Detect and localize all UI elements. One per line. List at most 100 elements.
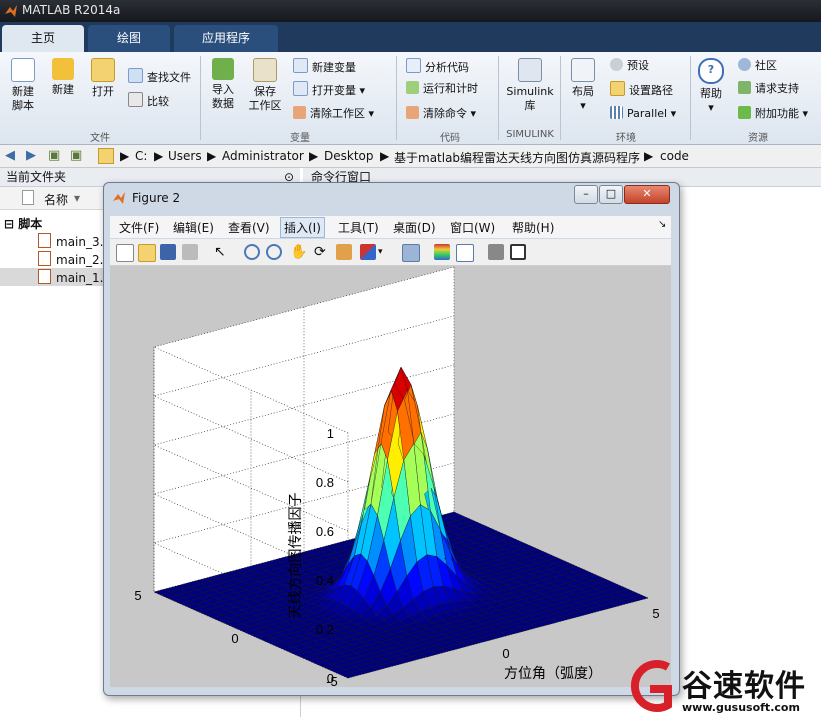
y-tick-label: 0 [231,631,238,646]
forward-icon[interactable]: ▶ [26,148,36,163]
crumb-code[interactable]: code [660,149,689,163]
data-cursor-icon[interactable] [336,244,352,260]
figure-menubar: 文件(F) 编辑(E) 查看(V) 插入(I) 工具(T) 桌面(D) 窗口(W… [110,216,671,238]
tab-apps[interactable]: 应用程序 [174,25,278,52]
matlab-logo-icon [5,5,17,17]
minimize-button[interactable]: – [574,185,598,204]
new-button[interactable]: 新建 [46,58,80,97]
x-tick-label: 5 [652,606,659,621]
close-button[interactable]: ✕ [624,185,670,204]
show-plot-tools-icon[interactable] [510,244,526,260]
group-label-resources: 资源 [748,133,768,144]
brand-logo-icon [630,660,672,712]
simulink-icon [518,58,542,82]
sort-icon[interactable]: ▾ [74,191,80,205]
edit-plot-icon[interactable]: ↖ [214,244,230,260]
dock-arrow-icon[interactable]: ↘ [658,219,666,230]
open-variable-icon [293,81,308,96]
rotate-3d-icon[interactable]: ⟳ [314,244,330,260]
zoom-out-icon[interactable] [266,244,282,260]
new-figure-icon[interactable] [116,244,134,262]
figure-title: Figure 2 [132,191,181,205]
help-icon: ? [698,58,724,84]
brand-url: www.gususoft.com [682,701,800,714]
group-label-file: 文件 [90,133,110,144]
new-variable-button[interactable]: 新建变量 [293,58,356,76]
set-path-button[interactable]: 设置路径 [610,81,673,99]
matlab-logo-icon [113,192,125,204]
group-label-environment: 环境 [616,133,636,144]
parallel-button[interactable]: Parallel ▾ [610,106,676,122]
menu-help[interactable]: 帮助(H) [512,219,554,236]
ribbon-divider [498,56,499,140]
layout-button[interactable]: 布局 ▾ [566,58,600,113]
colorbar-icon[interactable] [434,244,450,260]
figure-window: Figure 2 – □ ✕ 文件(F) 编辑(E) 查看(V) 插入(I) 工… [103,182,680,709]
save-icon[interactable] [160,244,176,260]
pan-icon[interactable]: ✋ [290,244,307,260]
crumb-project[interactable]: 基于matlab编程雷达天线方向图仿真源码程序 [394,149,640,166]
crumb-administrator[interactable]: Administrator [222,149,304,163]
layout-icon [571,58,595,82]
clear-commands-button[interactable]: 清除命令 ▾ [406,106,476,122]
tab-plots[interactable]: 绘图 [88,25,170,52]
open-button[interactable]: 打开 [86,58,120,99]
crumb-drive[interactable]: C: [135,149,147,163]
menu-tools[interactable]: 工具(T) [338,219,379,236]
watermark: 谷速软件 www.gususoft.com [624,655,821,717]
set-path-icon [610,81,625,96]
run-and-time-button[interactable]: 运行和计时 [406,81,478,97]
find-files-button[interactable]: 查找文件 [128,68,191,86]
browse-icon[interactable]: ▣ [70,148,82,163]
community-button[interactable]: 社区 [738,58,777,74]
menu-view[interactable]: 查看(V) [228,219,270,236]
y-tick-label: 5 [134,588,141,603]
z-tick-label: 1 [327,426,334,441]
preferences-button[interactable]: 预设 [610,58,649,74]
surface-plot[interactable]: 00.20.40.60.81-505-505方位角（弧度）俯仰角（弧度）天线方向… [110,266,671,709]
simulink-library-button[interactable]: Simulink 库 [504,58,556,113]
scripts-group[interactable]: ⊟ 脚本 [4,215,42,232]
z-tick-label: 0.4 [316,573,334,588]
back-icon[interactable]: ◀ [5,148,15,163]
figure-toolbar: ↖ ✋ ⟳ ▾ [110,239,671,266]
save-workspace-button[interactable]: 保存 工作区 [246,58,284,113]
request-support-button[interactable]: 请求支持 [738,81,799,97]
help-button[interactable]: ? 帮助 ▾ [694,58,728,115]
menu-file[interactable]: 文件(F) [119,219,159,236]
import-icon [212,58,234,80]
menu-insert[interactable]: 插入(I) [280,217,325,238]
tab-home[interactable]: 主页 [2,25,84,52]
menu-desktop[interactable]: 桌面(D) [393,219,436,236]
menu-edit[interactable]: 编辑(E) [173,219,214,236]
ribbon: 新建 脚本 新建 打开 查找文件 比较 文件 导入 数据 保存 工作区 新建变量… [0,52,821,145]
open-variable-button[interactable]: 打开变量 ▾ [293,81,365,99]
save-workspace-icon [253,58,277,82]
open-file-icon[interactable] [138,244,156,262]
hide-plot-tools-icon[interactable] [488,244,504,260]
brush-dropdown-icon[interactable]: ▾ [378,244,394,260]
new-script-button[interactable]: 新建 脚本 [6,58,40,113]
print-icon[interactable] [182,244,198,260]
legend-icon[interactable] [456,244,474,262]
ribbon-divider [560,56,561,140]
addons-button[interactable]: 附加功能 ▾ [738,106,808,122]
name-column-header[interactable]: 名称 [44,191,68,208]
maximize-button[interactable]: □ [599,185,623,204]
new-variable-icon [293,58,308,73]
z-tick-label: 0.8 [316,475,334,490]
clear-workspace-button[interactable]: 清除工作区 ▾ [293,106,374,122]
crumb-users[interactable]: Users [168,149,202,163]
crumb-desktop[interactable]: Desktop [324,149,374,163]
analyze-code-button[interactable]: 分析代码 [406,58,469,76]
up-folder-icon[interactable]: ▣ [48,148,60,163]
link-plot-icon[interactable] [402,244,420,262]
zoom-in-icon[interactable] [244,244,260,260]
compare-button[interactable]: 比较 [128,92,169,110]
brush-icon[interactable] [360,244,376,260]
menu-window[interactable]: 窗口(W) [450,219,495,236]
import-data-button[interactable]: 导入 数据 [206,58,240,111]
plot-area[interactable]: 00.20.40.60.81-505-505方位角（弧度）俯仰角（弧度）天线方向… [110,266,671,709]
x-axis-label: 方位角（弧度） [504,665,602,681]
z-tick-label: 0.6 [316,524,334,539]
